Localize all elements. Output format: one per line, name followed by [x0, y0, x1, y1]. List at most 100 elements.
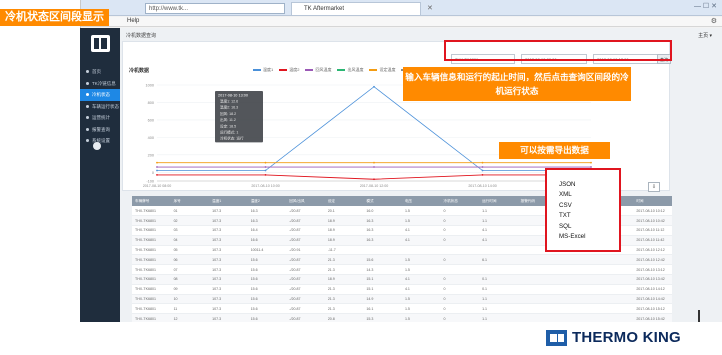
x-tick-label: 2017-08-10 10:00 — [251, 184, 279, 188]
table-cell — [594, 313, 634, 322]
x-tick-label: 2017-08-10 12:00 — [360, 184, 388, 188]
table-cell: 15.6 — [363, 254, 402, 266]
legend-item[interactable]: 设定温度 — [369, 67, 395, 72]
column-header[interactable]: 车辆牌号 — [132, 196, 171, 206]
bullet-icon — [86, 93, 89, 97]
table-cell: 0 — [440, 254, 480, 266]
table-cell: 0 — [440, 274, 480, 285]
export-option[interactable]: MS-Excel — [547, 232, 619, 242]
address-bar[interactable]: http://www.tk... — [145, 3, 285, 14]
table-row[interactable]: THX-TK6801 06 107.3 15.6 -/20.87 21.3 15.6 1.5 0… — [132, 254, 672, 266]
table-cell: 107.3 — [209, 264, 248, 276]
column-header[interactable]: 回风/出风 — [286, 196, 325, 206]
y-tick-label: 0 — [152, 171, 154, 175]
table-cell: THX-TK6801 — [132, 235, 171, 246]
legend-item[interactable]: 温度2 — [279, 67, 299, 72]
sidebar-item[interactable]: 车辆运行状态 — [80, 101, 120, 113]
export-option[interactable]: JSON — [547, 180, 619, 190]
settings-gear-icon[interactable]: ⚙ — [711, 17, 717, 25]
sidebar-item[interactable]: 报警查询 — [80, 124, 120, 136]
sidebar-badge-icon[interactable] — [93, 142, 101, 150]
table-cell: 05 — [170, 245, 210, 256]
legend-item[interactable]: 出风温度 — [337, 67, 363, 72]
export-option[interactable]: CSV — [547, 201, 619, 211]
table-row[interactable]: THX-TK6801 11 107.3 15.6 -/20.87 21.3 16.1 1.5 0… — [132, 303, 672, 315]
sidebar-item[interactable]: TK冷链信息 — [80, 78, 120, 90]
table-cell: -/20.87 — [286, 313, 325, 322]
column-header[interactable]: 设定 — [324, 196, 364, 206]
app-logo-icon — [91, 35, 110, 52]
table-cell: THX-TK6801 — [132, 254, 171, 266]
table-cell: 2017-08-10 15:42 — [633, 313, 672, 322]
legend-swatch — [253, 68, 261, 71]
column-header[interactable]: 序号 — [170, 196, 210, 206]
y-tick-label: 200 — [148, 153, 154, 157]
export-option[interactable]: SQL — [547, 222, 619, 232]
table-cell — [556, 254, 595, 266]
window-controls-icon[interactable]: — ☐ ✕ — [694, 2, 717, 10]
column-header[interactable]: 时间 — [633, 196, 672, 206]
y-tick-label: -100 — [146, 180, 154, 184]
column-header[interactable]: 冷机状态 — [440, 196, 480, 206]
table-cell: -/20.87 — [286, 274, 325, 285]
close-tab-icon[interactable]: ✕ — [427, 4, 433, 12]
table-row[interactable]: THX-TK6801 09 107.3 15.6 -/20.87 21.3 15.1 4.1 0… — [132, 284, 672, 295]
bullet-icon — [86, 139, 89, 143]
table-cell: 16.0 — [363, 206, 402, 217]
table-cell: 1.5 — [401, 215, 441, 227]
table-cell: 1.5 — [401, 264, 441, 276]
table-cell: -/20.87 — [286, 294, 325, 305]
table-cell: 4.1 — [401, 225, 441, 236]
table-cell: THX-TK6801 — [132, 313, 171, 322]
menu-help[interactable]: Help — [127, 18, 139, 24]
browser-tab[interactable]: TK Aftermarket — [291, 2, 421, 15]
table-row[interactable]: THX-TK6801 10 107.3 15.6 -/20.87 21.3 14.9 1.5 0… — [132, 294, 672, 305]
table-row[interactable]: THX-TK6801 12 107.3 15.6 -/20.87 20.8 15.3 1.5 0… — [132, 313, 672, 322]
export-format-menu: JSON XML CSV TXT SQL MS-Excel — [545, 168, 621, 252]
table-cell — [556, 274, 595, 285]
legend-item[interactable]: 回风温度 — [305, 67, 331, 72]
tooltip-title: 2017-08-10 13:00 — [218, 94, 248, 98]
scroll-indicator — [698, 310, 700, 322]
table-cell: 2017-08-10 10:42 — [633, 215, 672, 227]
table-cell: 20.1 — [324, 206, 364, 217]
legend-item[interactable]: 温度1 — [253, 67, 273, 72]
legend-swatch — [279, 68, 288, 71]
export-option[interactable]: TXT — [547, 211, 619, 221]
table-cell: 16.3 — [247, 215, 287, 227]
table-cell: 4.1 — [401, 274, 441, 285]
table-row[interactable]: THX-TK6801 08 107.3 15.6 -/20.87 18.9 15.1 4.1 0… — [132, 274, 672, 285]
table-cell: 0 — [440, 313, 480, 322]
sidebar-item[interactable]: 首页 — [80, 66, 120, 78]
table-cell: 107.3 — [209, 294, 248, 305]
thermo-king-logo-icon — [546, 330, 567, 346]
table-cell: -/20.91 — [286, 245, 325, 256]
table-cell — [594, 294, 634, 305]
sidebar-item[interactable]: 运营统计 — [80, 112, 120, 124]
tooltip-line: 出风: 11.2 — [220, 117, 236, 122]
table-cell — [556, 313, 595, 322]
table-cell: THX-TK6801 — [132, 303, 171, 315]
export-option[interactable]: XML — [547, 190, 619, 200]
column-header[interactable]: 温度2 — [247, 196, 287, 206]
table-cell: 2017-08-10 11:12 — [633, 225, 672, 236]
tooltip-line: 温度1: 12.6 — [220, 99, 238, 104]
table-cell: -/20.87 — [286, 303, 325, 315]
browser-tab-bar: http://www.tk... TK Aftermarket ✕ — ☐ ✕ — [81, 0, 722, 16]
column-header[interactable]: 电压 — [401, 196, 441, 206]
column-header[interactable]: 运行时间 — [479, 196, 518, 206]
data-point — [264, 173, 267, 176]
legend-swatch — [337, 68, 346, 71]
user-menu[interactable]: 主页 ▾ — [698, 32, 712, 39]
table-cell: 1.5 — [401, 313, 441, 322]
column-header[interactable]: 温度1 — [209, 196, 248, 206]
export-button[interactable]: ⇩ — [648, 182, 660, 192]
table-cell: -/20.87 — [286, 264, 325, 276]
column-header[interactable]: 模式 — [363, 196, 402, 206]
table-cell: THX-TK6801 — [132, 284, 171, 295]
table-cell: 15.6 — [247, 313, 287, 322]
table-cell: 10011.4 — [247, 245, 287, 256]
sidebar-item[interactable]: 冷机状态 — [80, 89, 120, 101]
sidebar-item-label: TK冷链信息 — [92, 80, 116, 86]
table-row[interactable]: THX-TK6801 07 107.3 15.6 -/20.87 21.3 14.3 1.5 2… — [132, 264, 672, 276]
